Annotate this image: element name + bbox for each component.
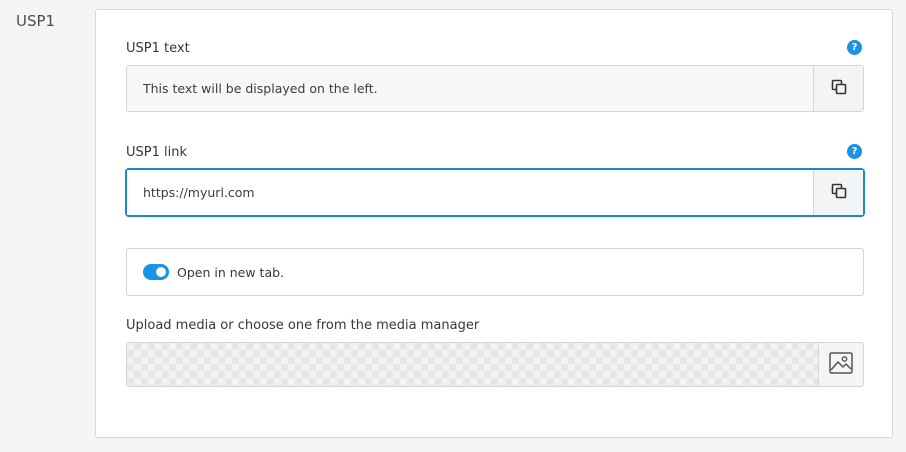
usp-link-copy-button[interactable]: [813, 170, 863, 215]
copy-icon: [831, 79, 847, 99]
usp-link-help-icon[interactable]: ?: [847, 144, 862, 159]
toggle-knob: [156, 267, 166, 277]
usp-link-input-group: https://myurl.com: [126, 169, 864, 216]
image-icon: [829, 351, 853, 378]
usp-text-label: USP1 text: [126, 41, 190, 56]
media-label: Upload media or choose one from the medi…: [126, 318, 480, 333]
usp-link-input[interactable]: https://myurl.com: [127, 170, 813, 215]
usp-settings-panel: USP1 text ? This text will be displayed …: [95, 9, 893, 438]
usp-text-copy-button[interactable]: [813, 66, 863, 111]
section-title: USP1: [16, 12, 56, 30]
new-tab-toggle-row: Open in new tab.: [126, 248, 864, 296]
new-tab-toggle[interactable]: [143, 264, 169, 280]
media-manager-button[interactable]: [818, 343, 863, 386]
copy-icon: [831, 183, 847, 203]
new-tab-label[interactable]: Open in new tab.: [177, 265, 284, 280]
usp-text-input[interactable]: This text will be displayed on the left.: [127, 66, 813, 111]
media-preview[interactable]: [127, 343, 818, 386]
usp-text-input-group: This text will be displayed on the left.: [126, 65, 864, 112]
usp-link-label: USP1 link: [126, 145, 188, 160]
media-picker: [126, 342, 864, 387]
usp-text-help-icon[interactable]: ?: [847, 40, 862, 55]
